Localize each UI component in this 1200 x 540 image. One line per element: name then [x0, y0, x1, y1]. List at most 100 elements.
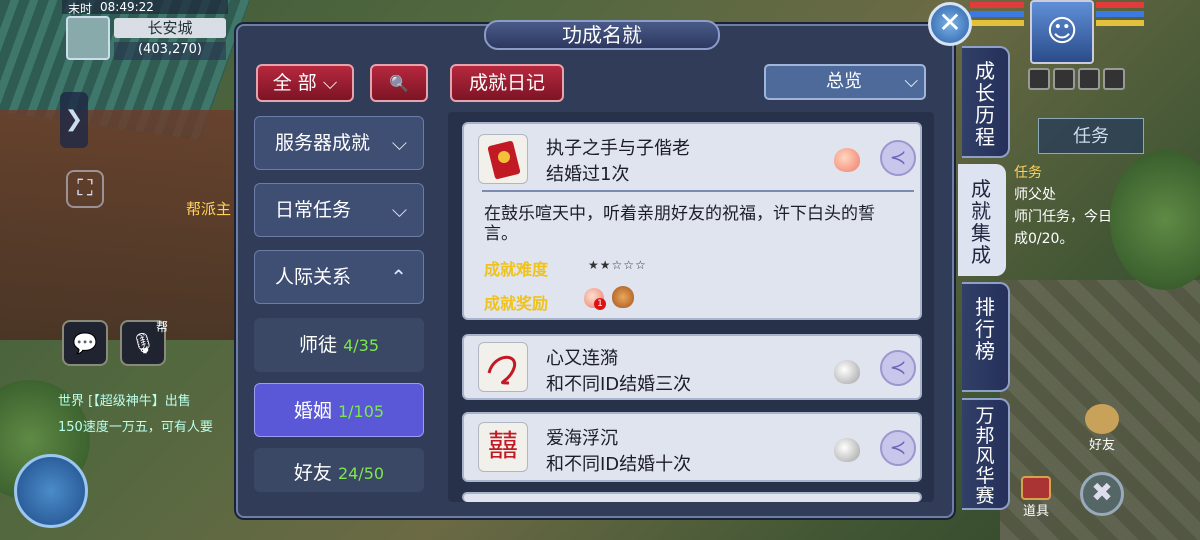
subcategory-count: 1/105 [337, 402, 385, 421]
achievement-subtitle: 和不同ID结婚十次 [546, 454, 692, 475]
sp-bar [1096, 20, 1144, 26]
achievement-card[interactable]: 囍 爱海浮沉 和不同ID结婚十次 ≺ [462, 412, 922, 482]
guild-label: 帮派主 [186, 200, 232, 218]
achievement-title: 爱海浮沉 [546, 428, 618, 449]
category-label: 服务器成就 [275, 132, 371, 154]
tab-label: 成长历程 [975, 59, 995, 149]
friends-button[interactable]: 好友 [1080, 404, 1124, 453]
temple-wall [0, 110, 240, 340]
category-daily[interactable]: 日常任务 ⌵ [254, 183, 424, 237]
panel-title: 功成名就 [484, 20, 720, 50]
achievement-title: 心又连漪 [546, 348, 618, 369]
difficulty-label: 成就难度 [484, 260, 549, 279]
expand-sidebar-button[interactable]: ❯ [60, 92, 88, 148]
friends-label: 好友 [1088, 438, 1115, 453]
share-button[interactable]: ≺ [880, 430, 916, 466]
share-icon: ≺ [889, 145, 907, 169]
pet-status-bars [970, 2, 1024, 29]
achievement-subtitle: 结婚过1次 [546, 164, 630, 185]
inventory-button[interactable]: 道具 [1018, 476, 1054, 520]
coordinates: (403,270) [114, 42, 226, 60]
tab-competition[interactable]: 万邦风华赛 [962, 398, 1010, 510]
subcategory-count: 24/50 [337, 464, 385, 483]
tab-label: 排行榜 [975, 295, 995, 363]
buff-icon[interactable] [1078, 68, 1100, 90]
mp-bar [1096, 11, 1144, 17]
hp-bar [970, 2, 1024, 8]
close-panel-button[interactable]: ✕ [928, 2, 972, 46]
buff-icon[interactable] [1053, 68, 1075, 90]
game-clock: 末时 08:49:22 [62, 0, 228, 16]
search-button[interactable]: 🔍 [370, 64, 428, 102]
subcategory-label: 好友 [293, 462, 332, 484]
peach-icon [834, 148, 860, 172]
chevron-down-icon: ⌵ [391, 198, 407, 222]
subcategory-friends[interactable]: 好友 24/50 [254, 448, 424, 492]
mp-bar [970, 11, 1024, 17]
achievement-card[interactable]: 心又连漪 和不同ID结婚三次 ≺ [462, 334, 922, 400]
chevron-down-icon: ⌵ [904, 71, 918, 92]
category-server[interactable]: 服务器成就 ⌵ [254, 116, 424, 170]
avatar-face-icon: ☺ [1046, 14, 1078, 49]
search-icon: 🔍 [389, 74, 409, 93]
tab-ranking[interactable]: 排行榜 [962, 282, 1010, 392]
task-tab[interactable]: 任务 [1038, 118, 1144, 154]
task-text: 处 [1042, 187, 1056, 203]
chest-icon [1021, 476, 1051, 500]
inventory-label: 道具 [1022, 504, 1049, 519]
overview-dropdown[interactable]: 总览 ⌵ [764, 64, 926, 100]
difficulty-stars: ★★☆☆☆ [588, 258, 647, 272]
city-name: 长安城 [114, 18, 226, 38]
red-thread-icon [478, 342, 528, 392]
fullscreen-icon[interactable]: ⛶ [66, 170, 104, 208]
share-icon: ≺ [889, 435, 907, 459]
subcategory-marriage[interactable]: 婚姻 1/105 [254, 383, 424, 437]
chat-message[interactable]: 世界 [【超级神牛】出售 [58, 390, 191, 409]
task-text: 师门任务，今日 [1014, 209, 1112, 225]
reward-count-badge: 1 [594, 298, 606, 310]
subcategory-count: 4/35 [343, 336, 379, 355]
achievement-description: 在鼓乐喧天中，听着亲朋好友的祝福，许下白头的誓言。 [484, 204, 875, 244]
microphone-icon: 🎙 [130, 331, 156, 355]
share-button[interactable]: ≺ [880, 350, 916, 386]
guild-voice-tag: 帮 [156, 320, 169, 334]
filter-all-label: 全 部 [272, 72, 317, 94]
chevron-down-icon: ⌵ [322, 72, 338, 94]
player-avatar[interactable]: ☺ [1030, 0, 1094, 64]
task-progress: 成0/20。 [1014, 231, 1074, 247]
wine-gourd-icon [612, 286, 634, 308]
tab-growth[interactable]: 成长历程 [962, 46, 1010, 158]
red-envelope-icon [478, 134, 528, 184]
tab-label: 成就集成 [971, 177, 991, 267]
task-text: 师父 [1014, 187, 1042, 203]
minimap-icon[interactable] [66, 16, 110, 60]
chat-button[interactable]: 💬 [62, 320, 108, 366]
share-button[interactable]: ≺ [880, 140, 916, 176]
clock-label: 末时 [68, 2, 93, 16]
buff-icon[interactable] [1103, 68, 1125, 90]
handshake-icon [1085, 404, 1119, 434]
buff-icon[interactable] [1028, 68, 1050, 90]
player-status-bars [1096, 2, 1144, 29]
tab-achievements[interactable]: 成就集成 [958, 164, 1006, 276]
close-menu-button[interactable]: ✖ [1080, 472, 1124, 516]
task-tracker[interactable]: 任务 师父处 师门任务，今日 成0/20。 [1014, 162, 1164, 250]
overview-label: 总览 [826, 71, 862, 92]
clock-time: 08:49:22 [100, 0, 154, 14]
chat-bubble-icon: 💬 [72, 331, 98, 355]
double-happiness-icon: 囍 [478, 422, 528, 472]
achievement-card-expanded[interactable]: 执子之手与子偕老 结婚过1次 ≺ 在鼓乐喧天中，听着亲朋好友的祝福，许下白头的誓… [462, 122, 922, 320]
hp-bar [1096, 2, 1144, 8]
filter-all-button[interactable]: 全 部 ⌵ [256, 64, 354, 102]
subcategory-mentor[interactable]: 师徒 4/35 [254, 318, 424, 372]
chevron-up-icon: ⌃ [390, 265, 407, 289]
location-widget[interactable]: 末时 08:49:22 长安城 (403,270) [62, 0, 228, 62]
movement-joystick[interactable] [14, 454, 88, 528]
share-icon: ≺ [889, 355, 907, 379]
buff-icons[interactable] [1028, 68, 1125, 90]
category-social[interactable]: 人际关系 ⌃ [254, 250, 424, 304]
reward-label: 成就奖励 [484, 294, 549, 313]
subcategory-label: 婚姻 [293, 400, 332, 422]
chat-message[interactable]: 150速度一万五，可有人要 [58, 416, 213, 435]
diary-button[interactable]: 成就日记 [450, 64, 564, 102]
